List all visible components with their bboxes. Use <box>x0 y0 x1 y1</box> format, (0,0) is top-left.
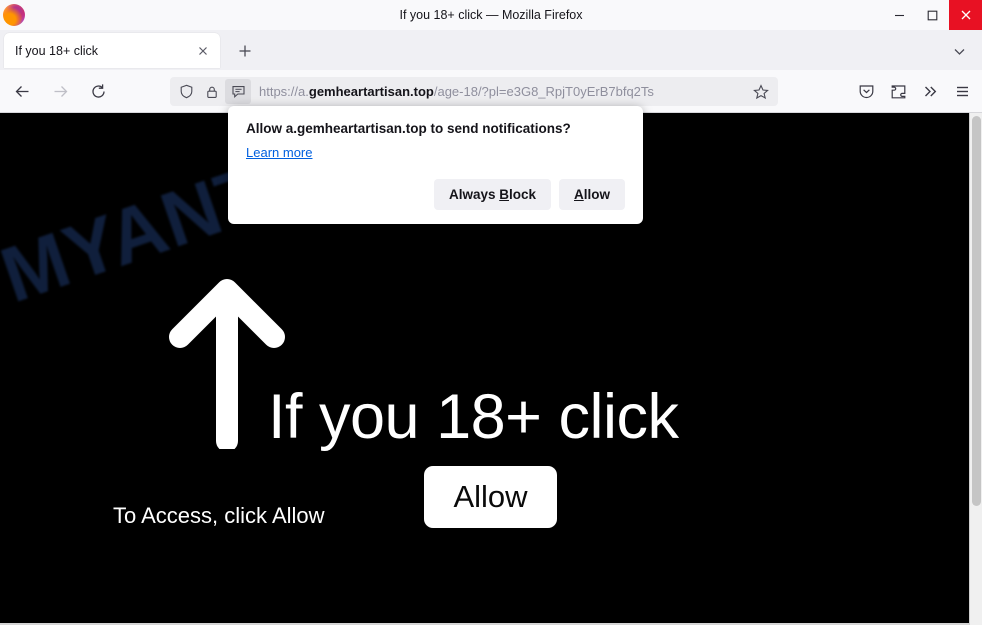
url-scheme: https://a. <box>259 84 309 99</box>
content-bottom-edge <box>0 623 982 625</box>
always-block-label-post: lock <box>508 186 536 202</box>
page-headline: If you 18+ click <box>268 382 679 452</box>
minimize-button[interactable] <box>883 0 916 30</box>
hamburger-menu-icon[interactable] <box>946 76 978 106</box>
pocket-icon[interactable] <box>850 76 882 106</box>
notification-panel-actions: Always Block Allow <box>246 178 625 210</box>
overflow-chevrons-icon[interactable] <box>914 76 946 106</box>
scrollbar-thumb[interactable] <box>972 116 981 506</box>
window-controls <box>883 0 982 30</box>
url-text[interactable]: https://a.gemheartartisan.top/age-18/?pl… <box>259 84 747 99</box>
notification-permission-icon[interactable] <box>225 79 251 104</box>
learn-more-link[interactable]: Learn more <box>246 145 312 160</box>
always-block-button[interactable]: Always Block <box>433 178 551 210</box>
shield-icon[interactable] <box>173 79 199 104</box>
browser-window: If you 18+ click — Mozilla Firefox If yo… <box>0 0 982 626</box>
firefox-logo-icon <box>3 4 25 26</box>
lock-icon[interactable] <box>199 79 225 104</box>
url-path: /age-18/?pl=e3G8_RpjT0yErB7bfq2Ts <box>433 84 654 99</box>
allow-accesskey: A <box>574 186 584 202</box>
window-title: If you 18+ click — Mozilla Firefox <box>399 8 583 22</box>
maximize-button[interactable] <box>916 0 949 30</box>
back-button-icon[interactable] <box>6 76 38 106</box>
browser-tab[interactable]: If you 18+ click <box>4 33 220 68</box>
tab-strip: If you 18+ click <box>0 30 982 70</box>
list-all-tabs-chevron-down-icon[interactable] <box>946 39 973 63</box>
page-scrollbar[interactable] <box>969 113 982 625</box>
close-tab-icon[interactable] <box>190 38 216 64</box>
extensions-puzzle-icon[interactable] <box>882 76 914 106</box>
reload-button-icon[interactable] <box>82 76 114 106</box>
notification-panel-title: Allow a.gemheartartisan.top to send noti… <box>246 121 571 136</box>
allow-button[interactable]: Allow <box>559 178 625 210</box>
close-window-button[interactable] <box>949 0 982 30</box>
toolbar-right-icons <box>850 76 978 106</box>
allow-label-post: llow <box>583 186 610 202</box>
page-allow-button[interactable]: Allow <box>424 466 557 528</box>
url-bar[interactable]: https://a.gemheartartisan.top/age-18/?pl… <box>170 77 778 106</box>
forward-button-icon[interactable] <box>44 76 76 106</box>
tab-title: If you 18+ click <box>15 43 99 58</box>
new-tab-icon[interactable] <box>231 39 258 63</box>
title-bar: If you 18+ click — Mozilla Firefox <box>0 0 982 30</box>
url-host: gemheartartisan.top <box>308 84 434 99</box>
notification-permission-panel: Allow a.gemheartartisan.top to send noti… <box>228 106 643 224</box>
always-block-accesskey: B <box>499 186 509 202</box>
page-subtext: To Access, click Allow <box>113 503 325 528</box>
always-block-label-pre: Always <box>448 186 500 202</box>
bookmark-star-icon[interactable] <box>747 79 775 105</box>
